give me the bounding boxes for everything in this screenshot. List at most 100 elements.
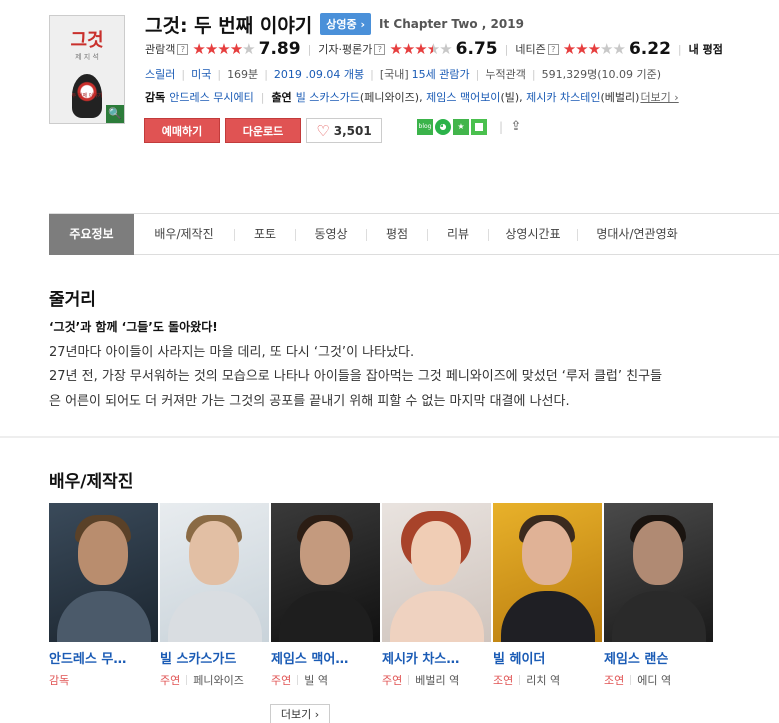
divider: | <box>531 67 536 81</box>
tab-rating[interactable]: 평점 <box>367 214 427 255</box>
cast-photo[interactable] <box>271 503 380 642</box>
tab-photo[interactable]: 포토 <box>235 214 295 255</box>
rating-prefix: [국내] <box>379 68 409 81</box>
cast-type: 조연 <box>604 674 625 687</box>
credits-more-link[interactable]: 더보기 › <box>640 89 678 105</box>
cast-role-1: (페니와이즈) <box>359 91 420 104</box>
cast-role: 주연 빌 역 <box>271 672 382 688</box>
poster-caption: 두 번째 이야기 <box>71 93 103 99</box>
country-link[interactable]: 미국 <box>191 66 211 82</box>
cast-photo[interactable] <box>160 503 269 642</box>
like-button[interactable]: ♡ 3,501 <box>306 118 382 143</box>
netizen-stars: ★★★★★ <box>562 40 626 58</box>
tab-review[interactable]: 리뷰 <box>428 214 488 255</box>
cast-photo-face <box>300 521 350 585</box>
cast-more-button[interactable]: 더보기 › <box>270 704 330 723</box>
cast-photo[interactable] <box>493 503 602 642</box>
cast-card: 제시카 차스… 주연 베벌리 역 <box>382 503 493 688</box>
cast-photo-body <box>279 591 373 642</box>
critic-stars: ★★★★★ <box>389 40 452 58</box>
help-icon[interactable]: ? <box>177 43 189 55</box>
section-divider <box>0 436 779 438</box>
synopsis-title: 줄거리 <box>49 290 96 310</box>
cafe-share-icon[interactable]: ◕ <box>435 119 451 135</box>
credits-row: 감독 안드레스 무시에티 | 출연 빌 스카스가드 (페니와이즈), 제임스 맥어… <box>145 89 679 105</box>
divider <box>408 675 410 685</box>
my-rating-label[interactable]: 내 평점 <box>689 41 723 57</box>
cast-photo-body <box>501 591 595 642</box>
cast-link-1[interactable]: 빌 스카스가드 <box>296 89 360 105</box>
tab-showtimes[interactable]: 상영시간표 <box>489 214 577 255</box>
movie-title: 그것: 두 번째 이야기 <box>145 14 313 37</box>
poster-subtitle: 제 지 석 <box>75 53 99 61</box>
help-icon[interactable]: ? <box>547 43 559 55</box>
cast-section-title: 배우/제작진 <box>49 472 134 492</box>
divider <box>297 675 299 685</box>
cast-card: 빌 헤이더 조연 리치 역 <box>493 503 604 688</box>
divider: | <box>181 67 186 81</box>
info-row: 스릴러 | 미국 | 169분 | 2019 .09.04 개봉 | [국내] … <box>145 66 661 82</box>
netizen-score: 6.22 <box>628 39 671 59</box>
divider: | <box>370 67 374 81</box>
cast-photo-face <box>522 521 572 585</box>
runtime: 169분 <box>227 68 259 81</box>
cast-photo[interactable] <box>382 503 491 642</box>
tab-main-info[interactable]: 주요정보 <box>49 214 134 255</box>
cast-name[interactable]: 제임스 랜슨 <box>604 648 712 667</box>
critic-score: 6.75 <box>455 39 498 59</box>
divider: | <box>264 67 268 81</box>
cast-list: 안드레스 무… 감독 빌 스카스가드 주연 페니와이즈 제임스 맥어… 주연 빌… <box>49 503 715 688</box>
cast-type: 주연 <box>271 674 292 687</box>
audience-count: 591,329명 <box>541 68 598 81</box>
cast-card: 제임스 랜슨 조연 에디 역 <box>604 503 715 688</box>
audience-score: 7.89 <box>258 39 301 59</box>
cast-link-3[interactable]: 제시카 차스테인 <box>526 89 600 105</box>
synopsis-line-1: 27년마다 아이들이 사라지는 마을 데리, 또 다시 ‘그것’이 나타났다. <box>49 345 415 360</box>
age-rating-link[interactable]: 15세 관람가 <box>412 66 470 82</box>
cast-photo-face <box>189 521 239 585</box>
cast-photo[interactable] <box>49 503 158 642</box>
zoom-icon[interactable]: 🔍 <box>106 105 124 123</box>
tab-quotes[interactable]: 명대사/연관영화 <box>578 214 696 255</box>
download-button[interactable]: 다운로드 <box>225 118 301 143</box>
release-date-link[interactable]: 2019 .09.04 개봉 <box>274 66 364 82</box>
divider: | <box>498 120 504 134</box>
blog-share-icon[interactable]: blog <box>417 119 433 135</box>
cast-photo-face <box>633 521 683 585</box>
movie-poster[interactable]: 그것 제 지 석 두 번째 이야기 🔍 <box>49 15 125 124</box>
cast-photo-face <box>78 521 128 585</box>
cast-role: 조연 에디 역 <box>604 672 715 688</box>
critic-rating-label: 기자·평론가 <box>318 43 373 56</box>
square-share-icon[interactable] <box>471 119 487 135</box>
cast-link-2[interactable]: 제임스 맥어보이 <box>426 89 500 105</box>
cast-name[interactable]: 제임스 맥어… <box>271 648 379 667</box>
synopsis-headline: ‘그것’과 함께 ‘그들’도 돌아왔다! <box>49 320 218 334</box>
heart-icon: ♡ <box>316 121 330 140</box>
bookmark-share-icon[interactable]: ★ <box>453 119 469 135</box>
cast-character: 베벌리 역 <box>415 674 460 687</box>
divider <box>630 675 632 685</box>
title-row: 그것: 두 번째 이야기 상영중 › It Chapter Two , 2019 <box>145 12 524 37</box>
director-link[interactable]: 안드레스 무시에티 <box>169 89 253 105</box>
divider <box>186 675 188 685</box>
cast-name[interactable]: 제시카 차스… <box>382 648 490 667</box>
divider: | <box>475 67 480 81</box>
cast-photo[interactable] <box>604 503 713 642</box>
cast-name[interactable]: 안드레스 무… <box>49 648 157 667</box>
cast-character: 페니와이즈 <box>193 674 244 687</box>
reserve-button[interactable]: 예매하기 <box>144 118 220 143</box>
cast-role: 주연 베벌리 역 <box>382 672 493 688</box>
help-icon[interactable]: ? <box>374 43 386 55</box>
share-icon[interactable]: ⇪ <box>508 119 524 135</box>
cast-photo-body <box>57 591 151 642</box>
tab-cast[interactable]: 배우/제작진 <box>134 214 234 255</box>
cast-name[interactable]: 빌 스카스가드 <box>160 648 268 667</box>
tab-video[interactable]: 동영상 <box>296 214 366 255</box>
cast-photo-face <box>411 521 461 585</box>
cast-character: 리치 역 <box>526 674 561 687</box>
like-count: 3,501 <box>333 123 372 138</box>
audience-count-label: 누적관객 <box>485 68 526 81</box>
cast-name[interactable]: 빌 헤이더 <box>493 648 601 667</box>
status-badge[interactable]: 상영중 › <box>320 13 372 35</box>
genre-link[interactable]: 스릴러 <box>145 66 175 82</box>
